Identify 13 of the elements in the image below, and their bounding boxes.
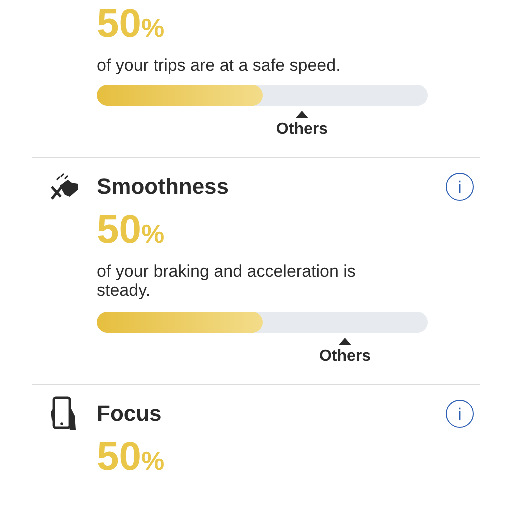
marker-label: Others xyxy=(319,348,372,366)
marker-triangle-icon xyxy=(339,338,352,345)
marker-label: Others xyxy=(276,121,328,139)
percentage-value: 50% xyxy=(97,437,166,481)
info-button[interactable]: i xyxy=(446,400,474,428)
info-button[interactable]: i xyxy=(446,173,474,201)
marker-triangle-icon xyxy=(296,111,308,118)
description-text: of your braking and acceleration is steady. xyxy=(97,262,357,300)
section-title: Smoothness xyxy=(97,174,230,200)
section-title: Focus xyxy=(97,401,163,427)
percentage-value: 50% xyxy=(97,4,166,48)
description-text: of your trips are at a safe speed. xyxy=(97,56,342,75)
percentage-value: 50% xyxy=(97,210,166,254)
